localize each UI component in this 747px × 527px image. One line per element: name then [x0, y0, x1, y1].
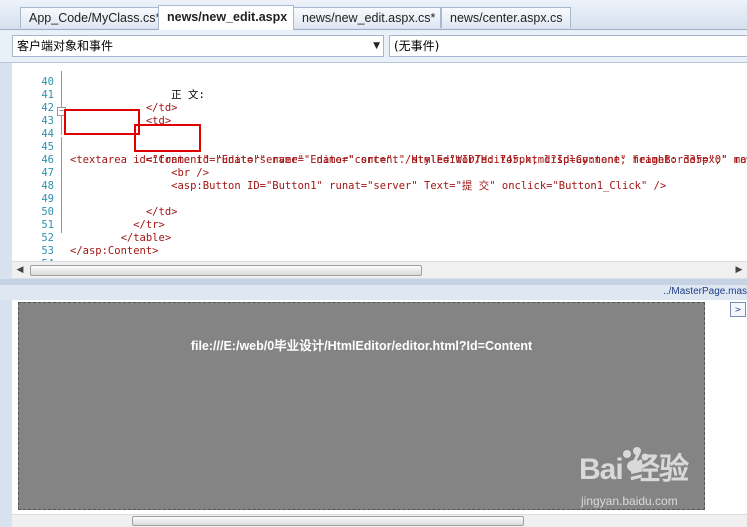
expand-icon[interactable]: > [730, 302, 746, 317]
tab-myclass-cs[interactable]: App_Code/MyClass.cs* [20, 7, 162, 28]
watermark-brand: Bai 经验 [579, 453, 689, 486]
baidu-watermark: Bai 经验 jingyan.baidu.com [579, 444, 739, 518]
iframe-source-path: file:///E:/web/0毕业设计/HtmlEditor/editor.h… [190, 339, 533, 353]
event-combo[interactable]: (无事件) [389, 35, 747, 57]
tab-center-aspx-cs[interactable]: news/center.aspx.cs [441, 7, 571, 28]
navigation-bar: 客户端对象和事件 ▼ (无事件) [0, 30, 747, 63]
client-object-combo[interactable]: 客户端对象和事件 ▼ [12, 35, 384, 57]
code-line: 48 [12, 167, 747, 192]
client-object-combo-value: 客户端对象和事件 [17, 39, 114, 53]
scroll-right-icon[interactable]: ▶ [733, 264, 745, 276]
code-line: 47 <asp:Button ID="Button1" runat="serve… [12, 154, 747, 192]
iframe-highlight-box [134, 124, 201, 152]
tab-new-edit-aspx-cs[interactable]: news/new_edit.aspx.cs* [293, 7, 441, 28]
code-line: 42 <td> [12, 89, 747, 127]
scrollbar-thumb[interactable] [30, 265, 422, 276]
code-line: 41 </td> [12, 76, 747, 114]
code-line: 50 </tr> [12, 193, 747, 231]
code-line: 54 [12, 245, 747, 261]
code-line: 49 </td> [12, 180, 747, 218]
master-page-breadcrumb[interactable]: ../MasterPage.mas [663, 286, 747, 297]
code-line: 52 </asp:Content> [12, 219, 747, 257]
textarea-highlight-box [64, 109, 140, 135]
tab-new-edit-aspx[interactable]: news/new_edit.aspx [158, 5, 294, 30]
code-line: 53 [12, 232, 747, 257]
code-line: 51 </table> [12, 206, 747, 244]
watermark-url: jingyan.baidu.com [581, 494, 678, 508]
dropdown-arrow-icon[interactable]: ▼ [373, 36, 380, 56]
scrollbar-thumb[interactable] [132, 516, 524, 526]
code-editor[interactable]: 40 正 文: 41 </td> 42 <td> 43 44 − <textar… [12, 63, 747, 261]
editor-horizontal-scrollbar[interactable]: ◀ ▶ [12, 261, 747, 278]
code-line: 46 <br /> [12, 141, 747, 179]
event-combo-value: (无事件) [394, 39, 440, 53]
document-tab-bar: App_Code/MyClass.cs* news/new_edit.aspx … [0, 0, 747, 30]
design-header: ../MasterPage.mas [0, 285, 747, 300]
scroll-left-icon[interactable]: ◀ [14, 264, 26, 276]
code-line: 40 正 文: [12, 63, 747, 101]
